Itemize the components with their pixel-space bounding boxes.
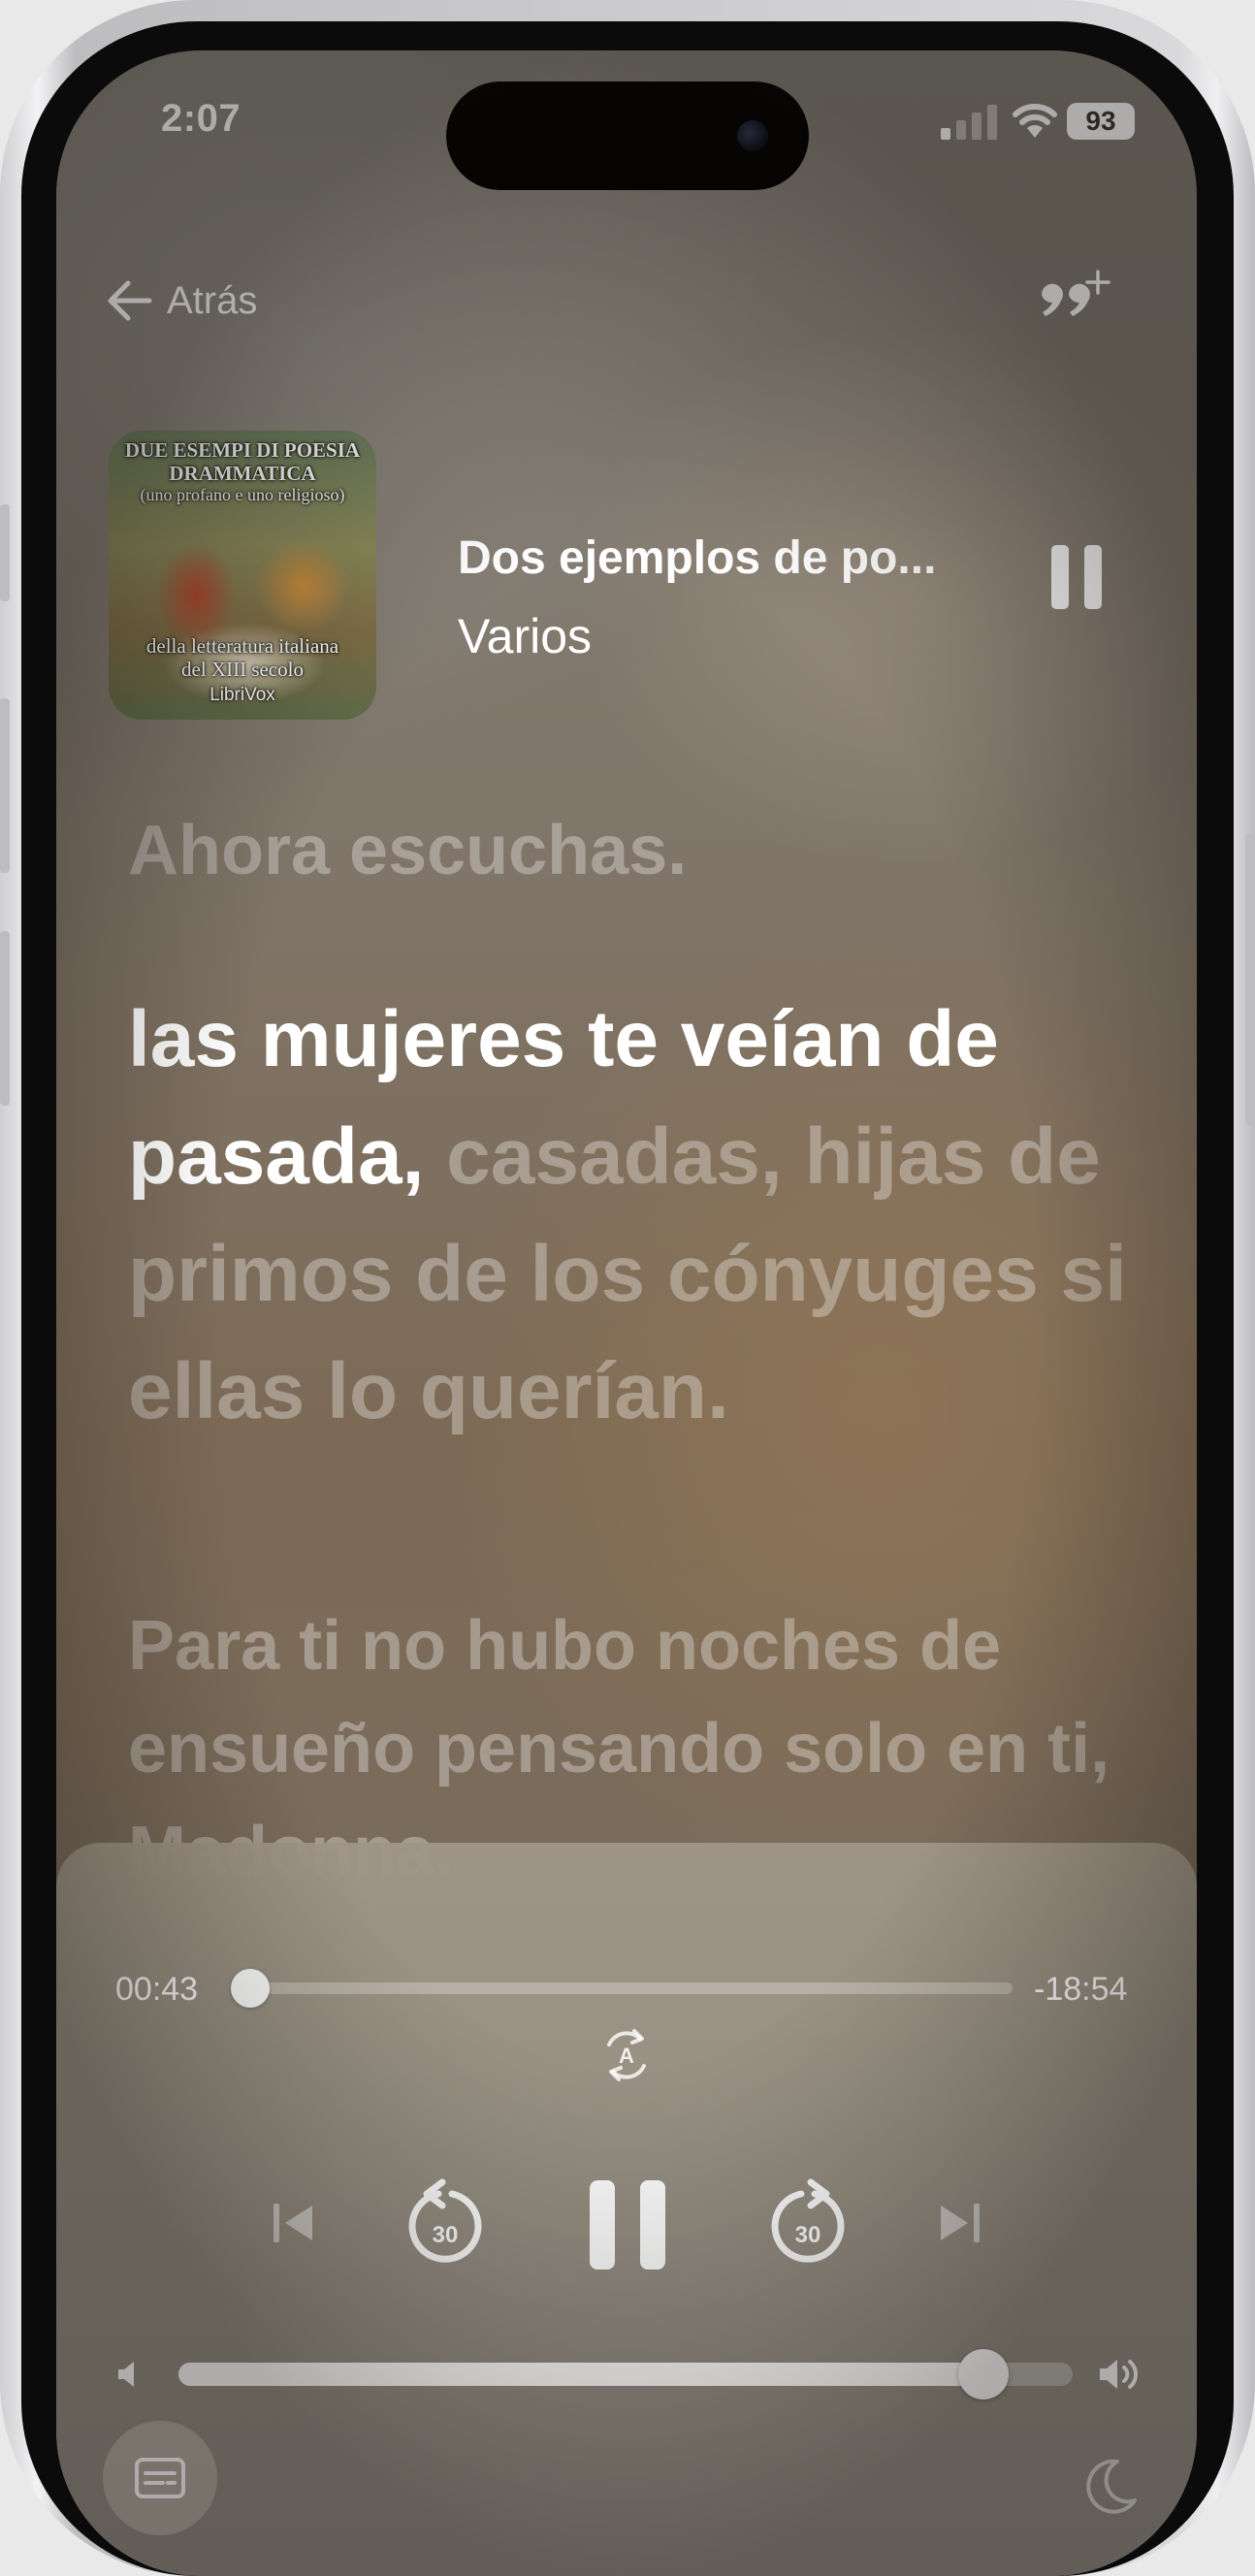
elapsed-time: 00:43: [115, 1971, 199, 2008]
track-author: Varios: [458, 609, 593, 663]
progress-thumb[interactable]: [231, 1969, 271, 2008]
remaining-time: -18:54: [1034, 1971, 1128, 2008]
mini-pause-button[interactable]: [1049, 545, 1104, 609]
side-button-volume-down: [0, 931, 10, 1106]
track-title[interactable]: Dos ejemplos de po...: [458, 531, 1059, 585]
skip-back-30-button[interactable]: 30: [403, 2178, 487, 2271]
skip-forward-30-button[interactable]: 30: [766, 2178, 850, 2271]
skip-back-seconds: 30: [433, 2222, 459, 2248]
volume-fill: [178, 2363, 983, 2386]
screen: 2:07 93 Atrás DUE ESEMPI DI POESIA DRAMM…: [56, 50, 1197, 2576]
sleep-timer-moon-icon[interactable]: [1084, 2458, 1139, 2516]
skip-forward-seconds: 30: [795, 2222, 821, 2248]
book-cover[interactable]: DUE ESEMPI DI POESIA DRAMMATICA (uno pro…: [109, 431, 376, 720]
volume-slider[interactable]: [178, 2349, 1073, 2399]
volume-high-icon: [1100, 2360, 1138, 2389]
side-button-action: [0, 504, 10, 601]
battery-indicator: 93: [1067, 103, 1135, 140]
back-button[interactable]: Atrás: [107, 272, 257, 330]
previous-chapter-button[interactable]: [272, 2202, 316, 2244]
cover-title-line-1: DUE ESEMPI DI POESIA: [124, 438, 361, 462]
back-label: Atrás: [167, 278, 258, 322]
wifi-icon: [1013, 104, 1057, 138]
play-pause-button[interactable]: [586, 2178, 669, 2271]
cover-caption-line-2: del XIII secolo: [181, 658, 304, 681]
captions-icon: [135, 2458, 185, 2498]
next-chapter-button[interactable]: [937, 2202, 981, 2244]
volume-low-icon: [118, 2362, 134, 2387]
auto-scroll-badge: A: [619, 2044, 634, 2068]
cover-publisher: LibriVox: [209, 685, 275, 705]
auto-scroll-icon[interactable]: A: [597, 2021, 656, 2089]
volume-thumb[interactable]: [957, 2349, 1009, 2399]
progress-slider[interactable]: [231, 1969, 1013, 2008]
status-time: 2:07: [161, 97, 241, 140]
side-button-volume-up: [0, 698, 10, 873]
player-controls-sheet: 00:43 -18:54 A 30 30: [56, 1843, 1197, 2576]
arrow-left-icon: [108, 280, 152, 321]
transcript-button[interactable]: [103, 2421, 217, 2535]
current-passage[interactable]: las mujeres te veían de pasada, casadas,…: [128, 981, 1156, 1450]
cover-title-line-2: DRAMMATICA: [169, 462, 316, 485]
cellular-signal-icon: [941, 105, 997, 140]
add-quote-icon[interactable]: [1028, 266, 1115, 343]
now-listening-heading: Ahora escuchas.: [128, 812, 688, 889]
cover-subtitle: (uno profano e uno religioso): [140, 485, 345, 504]
side-button-power: [1245, 834, 1255, 1125]
cover-caption-line-1: della letteratura italiana: [145, 634, 339, 658]
camera-icon: [737, 120, 768, 151]
dynamic-island: [446, 81, 809, 190]
